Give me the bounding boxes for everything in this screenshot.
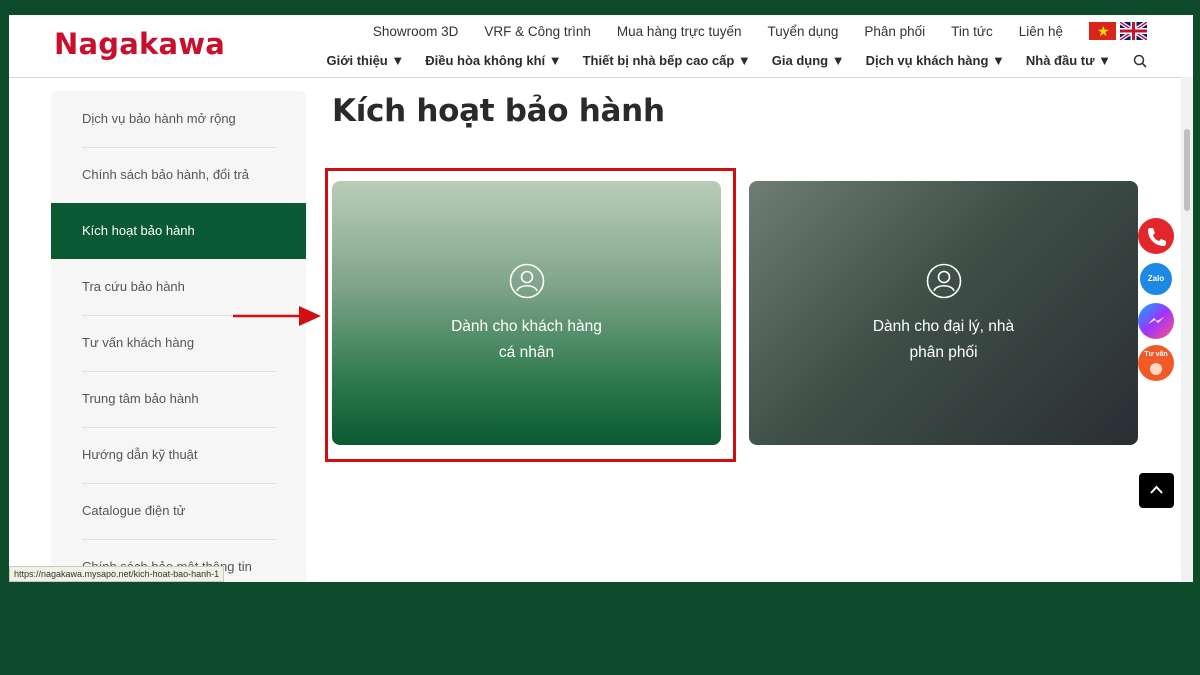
browser-viewport: Nagakawa Showroom 3D VRF & Công trình Mu… <box>9 15 1193 582</box>
top-link-distribution[interactable]: Phân phối <box>864 24 925 39</box>
sidebar-item-warranty-policy[interactable]: Chính sách bảo hành, đổi trả <box>82 147 275 204</box>
zalo-icon: Zalo <box>1147 274 1165 283</box>
scrollbar-thumb[interactable] <box>1184 129 1190 211</box>
phone-icon <box>1148 228 1166 246</box>
phone-button[interactable] <box>1138 218 1174 254</box>
scroll-to-top-button[interactable] <box>1139 473 1174 508</box>
sidebar-item-technical-guide[interactable]: Hướng dẫn kỹ thuật <box>82 427 275 484</box>
user-icon <box>509 263 544 299</box>
top-link-showroom[interactable]: Showroom 3D <box>373 24 459 39</box>
card-dealer-distributor[interactable]: Dành cho đại lý, nhà phân phối <box>749 181 1138 445</box>
site-header: Nagakawa Showroom 3D VRF & Công trình Mu… <box>9 15 1181 78</box>
status-bar-url: https://nagakawa.mysapo.net/kich-hoat-ba… <box>9 566 225 582</box>
card-label: Dành cho đại lý, nhà phân phối <box>749 314 1138 366</box>
sidebar-menu: Dịch vụ bảo hành mở rộng Chính sách bảo … <box>51 91 306 582</box>
nav-household[interactable]: Gia dụng ▼ <box>772 53 845 68</box>
main-nav: Giới thiệu ▼ Điều hòa không khí ▼ Thiết … <box>306 53 1148 68</box>
nav-investors[interactable]: Nhà đầu tư ▼ <box>1026 53 1111 68</box>
messenger-icon <box>1148 317 1164 324</box>
top-link-vrf[interactable]: VRF & Công trình <box>484 24 591 39</box>
nav-about[interactable]: Giới thiệu ▼ <box>327 53 405 68</box>
card-label-line1: Dành cho đại lý, nhà <box>872 318 1015 335</box>
top-link-careers[interactable]: Tuyển dụng <box>768 24 839 39</box>
user-icon <box>926 263 961 299</box>
sidebar-item-activate-warranty[interactable]: Kích hoạt bảo hành <box>51 203 306 259</box>
logo[interactable]: Nagakawa <box>54 27 225 61</box>
messenger-button[interactable] <box>1138 303 1174 339</box>
top-link-contact[interactable]: Liên hệ <box>1019 24 1063 39</box>
top-nav: Showroom 3D VRF & Công trình Mua hàng tr… <box>347 22 1147 40</box>
hand-pointer-icon <box>1150 363 1162 375</box>
page-title: Kích hoạt bảo hành <box>332 93 665 129</box>
nav-kitchen-appliances[interactable]: Thiết bị nhà bếp cao cấp ▼ <box>583 53 751 68</box>
advise-label: Tư vấn <box>1144 351 1168 358</box>
search-icon[interactable] <box>1133 54 1147 68</box>
sidebar-item-warranty-centers[interactable]: Trung tâm bảo hành <box>82 371 275 428</box>
card-label-line1: Dành cho khách hàng <box>451 318 602 335</box>
uk-flag-icon[interactable] <box>1120 22 1147 40</box>
card-individual-customer[interactable]: Dành cho khách hàng cá nhân <box>332 181 721 445</box>
card-label: Dành cho khách hàng cá nhân <box>332 314 721 366</box>
advise-button[interactable]: Tư vấn <box>1138 345 1174 381</box>
zalo-button[interactable]: Zalo <box>1138 261 1174 297</box>
page-scrollbar[interactable] <box>1181 77 1193 582</box>
sidebar-item-extended-warranty[interactable]: Dịch vụ bảo hành mở rộng <box>82 91 275 148</box>
card-label-line2: cá nhân <box>498 344 555 361</box>
sidebar-item-catalogue[interactable]: Catalogue điện tử <box>82 483 275 540</box>
top-link-news[interactable]: Tin tức <box>951 24 993 39</box>
nav-air-conditioners[interactable]: Điều hòa không khí ▼ <box>425 53 561 68</box>
red-arrow-indicator <box>233 306 321 326</box>
nav-customer-service[interactable]: Dịch vụ khách hàng ▼ <box>866 53 1005 68</box>
card-label-line2: phân phối <box>909 344 978 361</box>
top-link-online-shop[interactable]: Mua hàng trực tuyến <box>617 24 742 39</box>
chevron-up-icon <box>1150 485 1163 494</box>
vietnam-flag-icon[interactable]: ★ <box>1089 22 1116 40</box>
